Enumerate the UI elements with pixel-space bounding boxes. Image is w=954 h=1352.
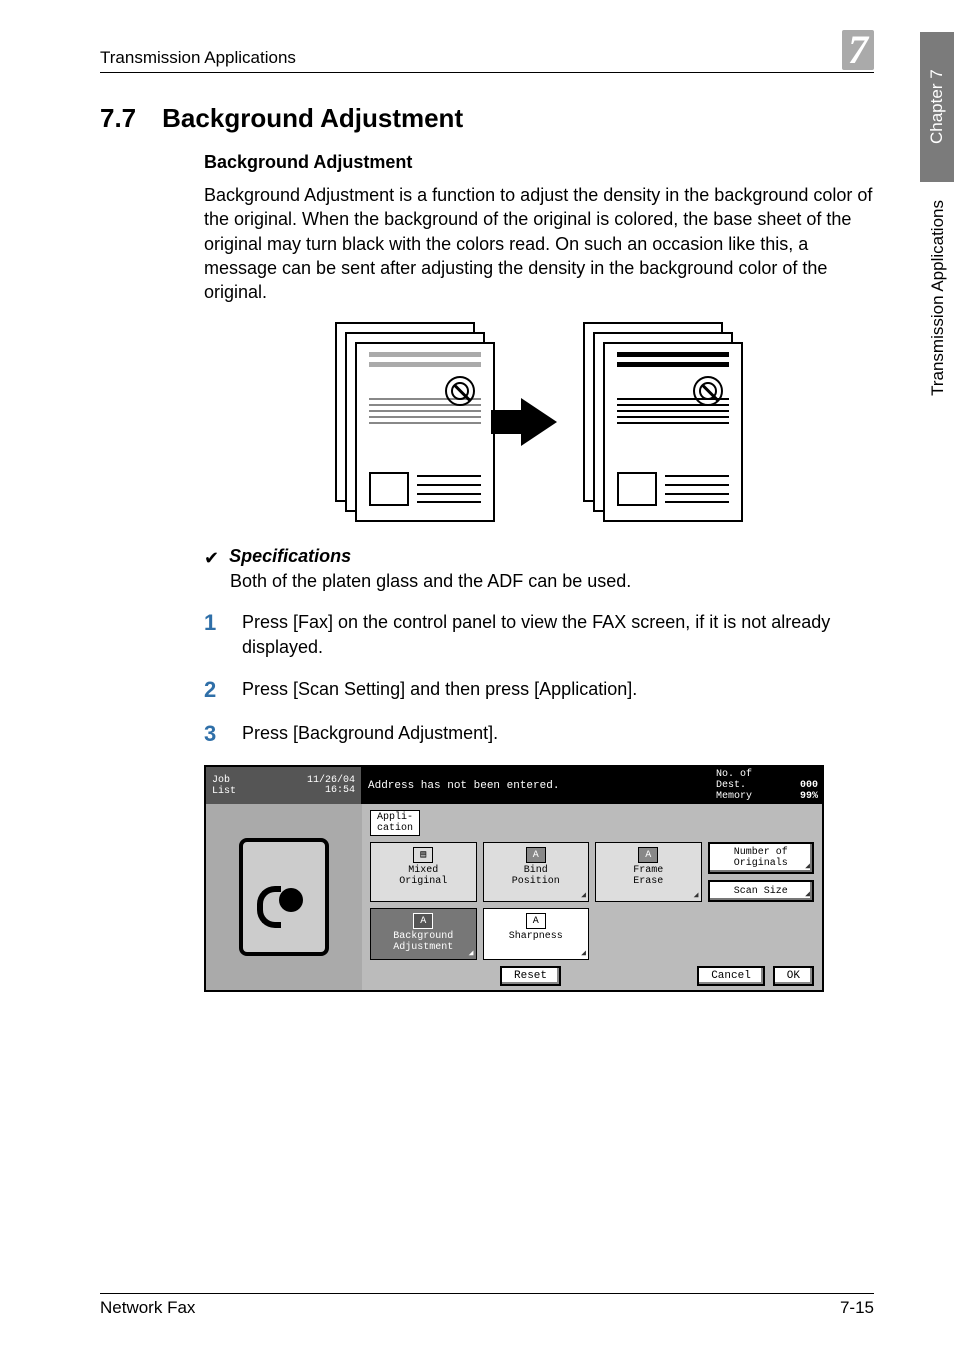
tab-application[interactable]: Appli- cation [370, 810, 420, 836]
footer-right: 7-15 [840, 1298, 874, 1318]
cancel-button[interactable]: Cancel [697, 966, 765, 986]
reset-button[interactable]: Reset [500, 966, 561, 986]
letter-a-icon: A [413, 913, 433, 929]
letter-a-outline-icon: A [526, 913, 546, 929]
step-number: 2 [204, 677, 222, 703]
step-text: Press [Background Adjustment]. [242, 721, 874, 745]
side-section-label: Transmission Applications [928, 200, 948, 396]
job-list-button[interactable]: Job List 11/26/04 16:54 [206, 767, 362, 804]
tile-bind-position[interactable]: A Bind Position ◢ [483, 842, 590, 902]
step-number: 3 [204, 721, 222, 747]
letter-a-icon: A [638, 847, 658, 863]
ok-button[interactable]: OK [773, 966, 814, 986]
tile-scan-size[interactable]: Scan Size◢ [708, 880, 815, 902]
checkmark-icon: ✔ [204, 548, 219, 569]
tile-mixed-original[interactable]: ▤ Mixed Original [370, 842, 477, 902]
step-text: Press [Scan Setting] and then press [App… [242, 677, 874, 701]
side-chapter-label: Chapter 7 [920, 32, 954, 182]
subsection-heading: Background Adjustment [204, 152, 874, 173]
spec-heading: Specifications [229, 546, 351, 567]
section-title: Background Adjustment [162, 103, 463, 134]
no-symbol-icon [445, 376, 475, 406]
diagram-after-stack [583, 322, 743, 522]
diagram-before-stack [335, 322, 495, 522]
preview-pane [206, 804, 362, 990]
spec-text: Both of the platen glass and the ADF can… [230, 571, 874, 592]
letter-a-icon: A [526, 847, 546, 863]
running-header-left: Transmission Applications [100, 48, 296, 68]
status-banner: Address has not been entered. [362, 767, 712, 804]
before-after-diagram [204, 322, 874, 522]
tile-number-of-originals[interactable]: Number of Originals◢ [708, 842, 815, 874]
pages-icon: ▤ [413, 847, 433, 863]
running-header-right: 7 [842, 30, 874, 70]
step-number: 1 [204, 610, 222, 636]
status-counters: No. of Dest. 000 Memory 99% [712, 767, 822, 804]
device-screen: Job List 11/26/04 16:54 Address has not … [204, 765, 824, 992]
section-number: 7.7 [100, 103, 136, 134]
plug-icon [239, 838, 329, 956]
footer-left: Network Fax [100, 1298, 195, 1318]
tile-sharpness[interactable]: A Sharpness ◢ [483, 908, 590, 960]
arrow-right-icon [521, 398, 557, 446]
body-paragraph: Background Adjustment is a function to a… [204, 183, 874, 304]
tile-frame-erase[interactable]: A Frame Erase ◢ [595, 842, 702, 902]
no-symbol-icon [693, 376, 723, 406]
step-text: Press [Fax] on the control panel to view… [242, 610, 874, 659]
tile-background-adjustment[interactable]: A Background Adjustment ◢ [370, 908, 477, 960]
datetime-label: 11/26/04 16:54 [307, 776, 355, 796]
